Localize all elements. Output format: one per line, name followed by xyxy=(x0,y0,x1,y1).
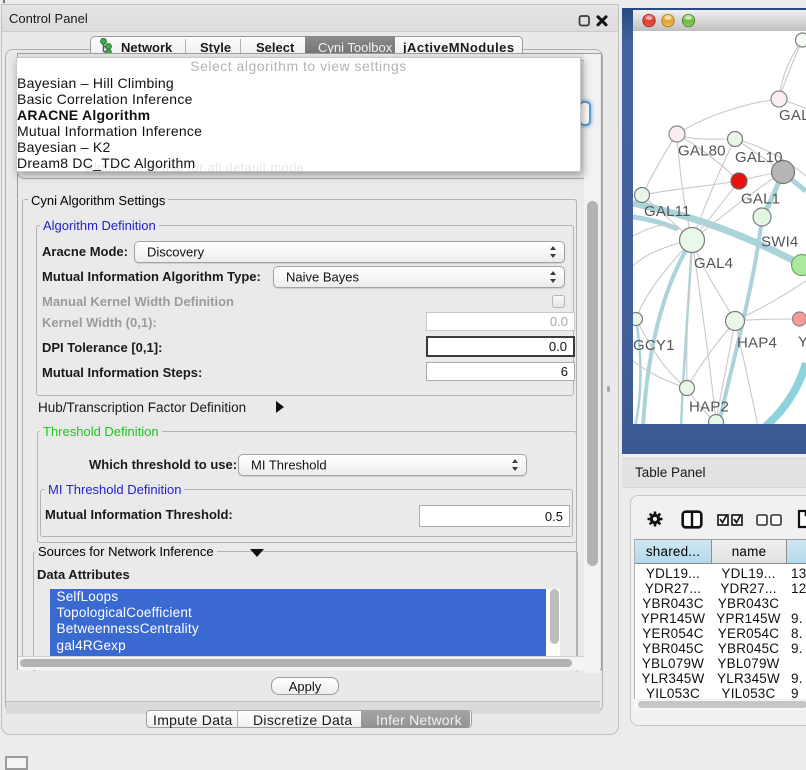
svg-text:GCY1: GCY1 xyxy=(633,337,675,354)
svg-text:HAP4: HAP4 xyxy=(737,335,777,352)
svg-text:GAL: GAL xyxy=(779,107,806,124)
svg-text:GAL1: GAL1 xyxy=(741,191,780,208)
svg-text:HAP2: HAP2 xyxy=(689,399,729,416)
svg-text:GAL80: GAL80 xyxy=(678,143,726,160)
svg-text:GAL11: GAL11 xyxy=(644,203,691,220)
svg-text:SWI4: SWI4 xyxy=(761,234,798,251)
svg-text:GAL10: GAL10 xyxy=(735,149,783,166)
svg-text:Y: Y xyxy=(798,334,806,351)
svg-text:GAL4: GAL4 xyxy=(694,255,733,272)
